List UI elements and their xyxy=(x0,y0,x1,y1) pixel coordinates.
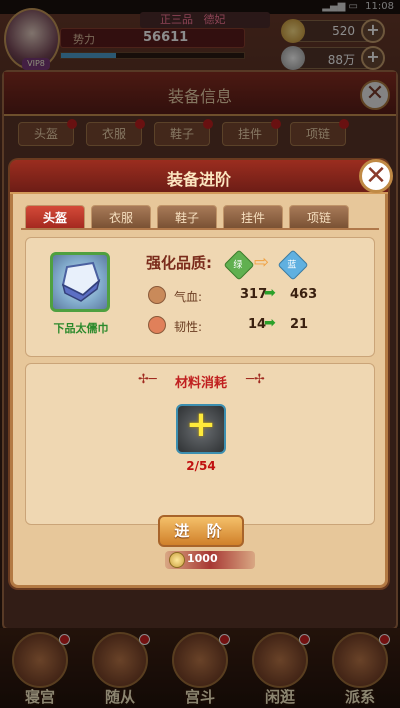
quality-from-badge: 绿 xyxy=(223,249,255,281)
tab-label: 衣服 xyxy=(108,211,133,225)
helmet-item-icon[interactable] xyxy=(50,252,110,312)
quality-to-badge: 蓝 xyxy=(277,249,309,281)
equipment-advance-dialog: 装备进阶 ✕ 头盔 衣服 鞋子 挂件 项链 下品太儒巾 强化品质: 绿 ⇨ 蓝 … xyxy=(10,159,393,588)
close-icon[interactable]: ✕ xyxy=(359,159,393,193)
dialog-title: 装备进阶 xyxy=(166,170,231,189)
tab-pendant[interactable]: 挂件 xyxy=(223,205,283,229)
item-name: 下品太儒巾 xyxy=(53,322,109,335)
tab-helmet[interactable]: 头盔 xyxy=(25,205,85,229)
quality-to-text: 蓝 xyxy=(287,260,297,271)
cost-display: 1000 xyxy=(165,551,255,569)
tab-divider xyxy=(21,228,379,230)
material-count: 2/54 xyxy=(186,459,216,473)
tab-label: 挂件 xyxy=(240,211,265,225)
materials-panel: ✢─ 材料消耗 ─✢ + 2/54 xyxy=(25,363,375,525)
quality-label: 强化品质: xyxy=(146,254,212,272)
materials-title: 材料消耗 xyxy=(174,376,227,391)
tab-label: 项链 xyxy=(306,211,331,225)
cost-value: 1000 xyxy=(187,552,218,565)
quality-from-text: 绿 xyxy=(233,260,243,271)
toughness-icon xyxy=(148,316,166,334)
tab-necklace[interactable]: 项链 xyxy=(289,205,349,229)
coin-icon xyxy=(169,552,185,568)
stat-to-hp: 463 xyxy=(290,287,318,302)
item-info-panel: 下品太儒巾 强化品质: 绿 ⇨ 蓝 气血: 317 ➡ 463 韧性: 14 ➡… xyxy=(25,237,375,357)
green-arrow-icon: ➡ xyxy=(264,315,276,331)
tab-shoes[interactable]: 鞋子 xyxy=(157,205,217,229)
heart-icon xyxy=(148,286,166,304)
tab-label: 头盔 xyxy=(42,211,67,225)
material-slot[interactable]: + xyxy=(176,404,226,454)
stat-label-hp: 气血: xyxy=(174,290,203,304)
green-arrow-icon: ➡ xyxy=(264,285,276,301)
plus-icon: + xyxy=(185,404,217,445)
tab-label: 鞋子 xyxy=(174,211,199,225)
dialog-header: 装备进阶 xyxy=(10,160,388,194)
ornament-right-icon: ─✢ xyxy=(246,372,265,387)
hat-icon xyxy=(61,261,101,302)
advance-button[interactable]: 进 阶 xyxy=(158,515,244,547)
tab-clothes[interactable]: 衣服 xyxy=(91,205,151,229)
arrow-right-icon: ⇨ xyxy=(254,252,270,273)
stat-to-toughness: 21 xyxy=(290,317,309,332)
stat-label-toughness: 韧性: xyxy=(174,320,203,334)
